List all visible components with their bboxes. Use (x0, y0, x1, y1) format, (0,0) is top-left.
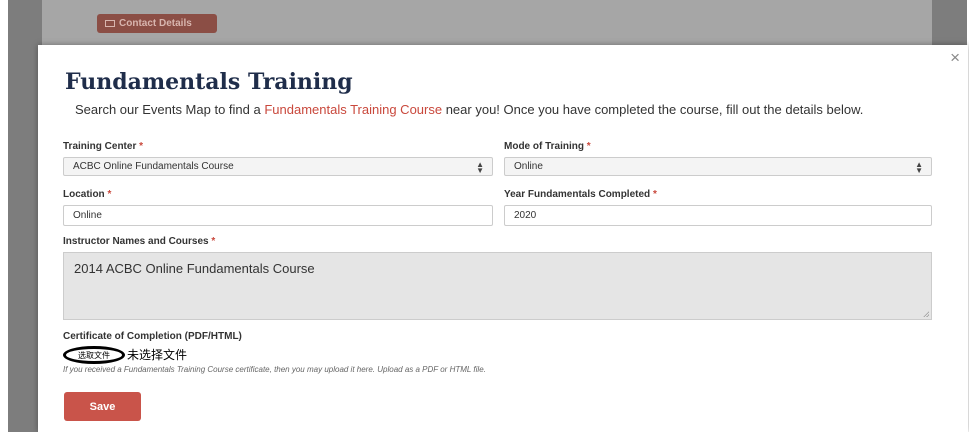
location-value: Online (73, 210, 102, 221)
mode-of-training-label: Mode of Training * (504, 141, 591, 152)
location-label: Location * (63, 189, 111, 200)
contact-details-label: Contact Details (119, 18, 192, 29)
location-label-text: Location (63, 189, 105, 200)
background-panel: Contact Details (42, 0, 932, 45)
mode-of-training-label-text: Mode of Training (504, 141, 584, 152)
intro-text: Search our Events Map to find a Fundamen… (75, 102, 935, 118)
mode-of-training-value: Online (514, 161, 543, 172)
fundamentals-training-modal: × Fundamentals Training Search our Event… (38, 45, 968, 432)
mode-of-training-select[interactable]: Online ▲ ▼ (504, 157, 932, 176)
select-arrows-icon: ▲ ▼ (476, 160, 484, 175)
intro-text-end: near you! Once you have completed the co… (442, 102, 864, 117)
year-completed-label-text: Year Fundamentals Completed (504, 189, 651, 200)
id-card-icon (105, 20, 115, 27)
certificate-label: Certificate of Completion (PDF/HTML) (63, 331, 242, 342)
resize-handle-icon[interactable] (923, 311, 929, 317)
required-mark: * (107, 189, 112, 200)
training-center-value: ACBC Online Fundamentals Course (73, 161, 234, 172)
training-center-label: Training Center * (63, 141, 143, 152)
year-completed-input[interactable]: 2020 (504, 205, 932, 226)
required-mark: * (139, 141, 144, 152)
required-mark: * (211, 236, 216, 247)
no-file-chosen-text: 未选择文件 (127, 348, 188, 362)
location-input[interactable]: Online (63, 205, 493, 226)
choose-file-button[interactable]: 选取文件 (63, 346, 125, 364)
save-button[interactable]: Save (64, 392, 141, 421)
certificate-help-text: If you received a Fundamentals Training … (63, 365, 486, 374)
instructors-value: 2014 ACBC Online Fundamentals Course (74, 261, 315, 276)
instructors-label-text: Instructor Names and Courses (63, 236, 209, 247)
modal-title: Fundamentals Training (65, 69, 353, 95)
training-center-select[interactable]: ACBC Online Fundamentals Course ▲ ▼ (63, 157, 493, 176)
instructors-textarea[interactable]: 2014 ACBC Online Fundamentals Course (63, 252, 932, 320)
contact-details-button: Contact Details (97, 14, 217, 33)
training-center-label-text: Training Center (63, 141, 137, 152)
fundamentals-course-link[interactable]: Fundamentals Training Course (264, 102, 442, 117)
year-completed-label: Year Fundamentals Completed * (504, 189, 657, 200)
intro-text-start: Search our Events Map to find a (75, 102, 265, 117)
instructors-label: Instructor Names and Courses * (63, 236, 215, 247)
required-mark: * (586, 141, 591, 152)
select-arrows-icon: ▲ ▼ (915, 160, 923, 175)
close-icon[interactable]: × (950, 49, 960, 66)
required-mark: * (652, 189, 657, 200)
year-completed-value: 2020 (514, 210, 537, 221)
